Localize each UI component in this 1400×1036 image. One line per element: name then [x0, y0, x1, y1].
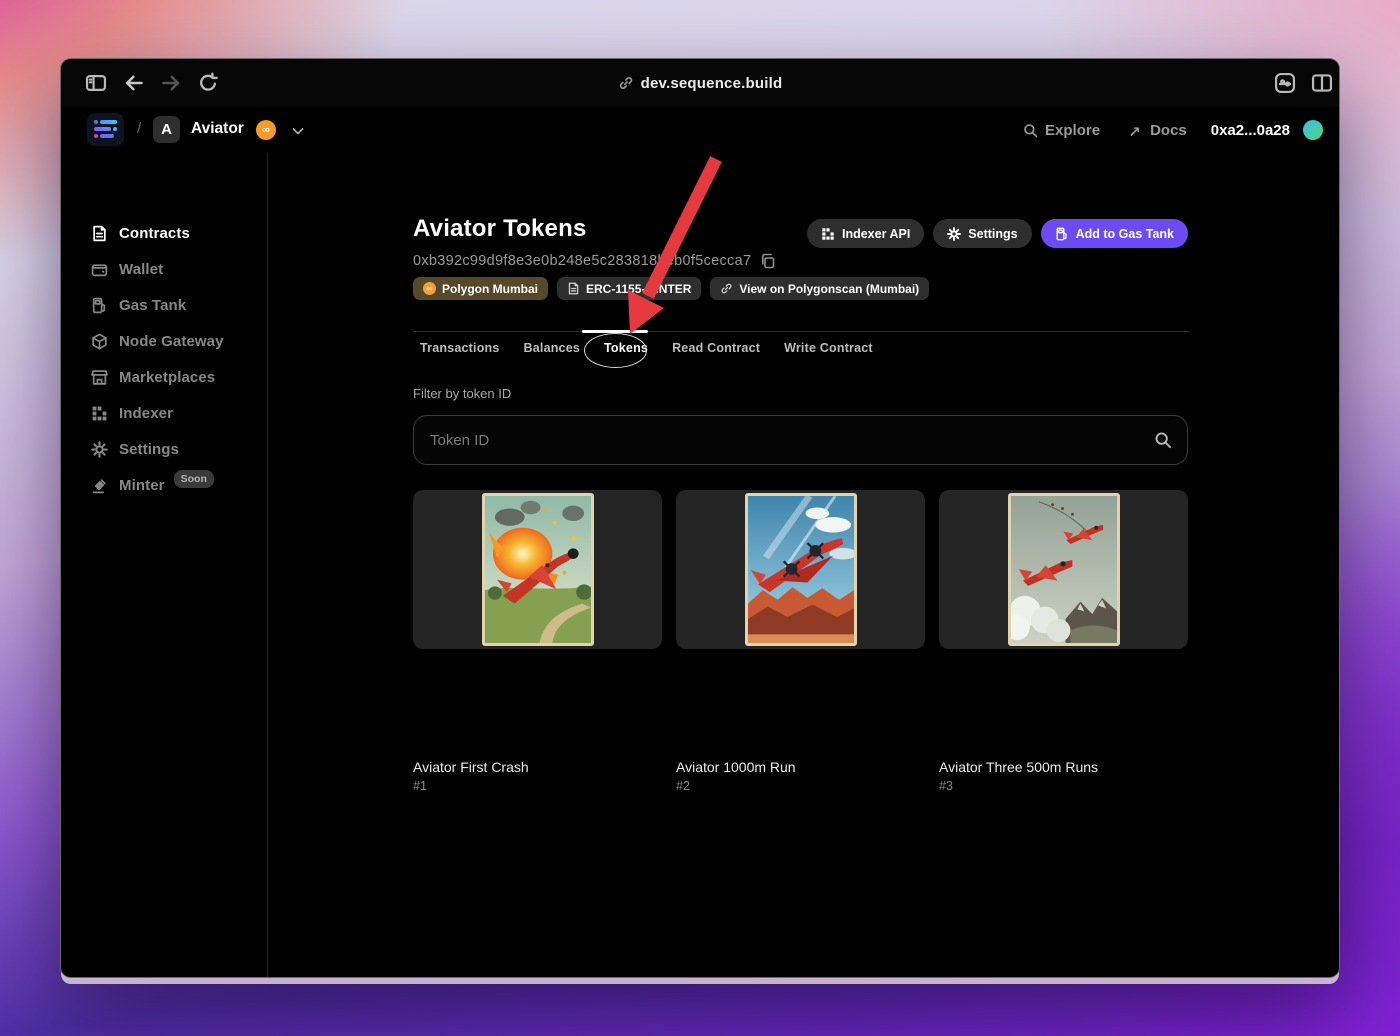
sidebar-item-gas-tank[interactable]: Gas Tank: [61, 287, 267, 323]
arrow-up-right-icon: ↗: [1128, 123, 1141, 141]
sidebar-item-indexer[interactable]: Indexer: [61, 395, 267, 431]
indexer-api-button[interactable]: Indexer API: [806, 219, 925, 248]
token-name: Aviator Three 500m Runs: [939, 759, 1099, 775]
contracts-icon: [91, 225, 108, 242]
search-icon: [1154, 431, 1172, 449]
token-meta-3: Aviator Three 500m Runs #3: [939, 759, 1098, 793]
sidebar-item-node-gateway[interactable]: Node Gateway: [61, 323, 267, 359]
project-avatar[interactable]: A: [153, 116, 180, 143]
sidebar-item-marketplaces[interactable]: Marketplaces: [61, 359, 267, 395]
token-meta-2: Aviator 1000m Run #2: [676, 759, 796, 793]
sidebar: Contracts Wallet Gas Tank Node Gateway M…: [61, 153, 268, 977]
tab-balances[interactable]: Balances: [524, 333, 581, 363]
app-body: Contracts Wallet Gas Tank Node Gateway M…: [61, 153, 1339, 977]
sidebar-item-wallet[interactable]: Wallet: [61, 251, 267, 287]
address-bar[interactable]: dev.sequence.build: [61, 59, 1339, 107]
header-actions: Indexer API Settings Add to Gas Tank: [806, 219, 1188, 248]
sidebar-item-minter[interactable]: Minter Soon: [61, 467, 267, 503]
tab-read-contract[interactable]: Read Contract: [672, 333, 760, 363]
link-icon: [720, 282, 733, 295]
token-id: #1: [413, 779, 427, 793]
browser-toolbar: dev.sequence.build: [61, 59, 1339, 107]
contract-type-badge: ERC-1155-MINTER: [557, 277, 702, 300]
sequence-logo[interactable]: [87, 113, 124, 146]
page-title: Aviator Tokens: [413, 215, 587, 242]
network-badge: ∞ Polygon Mumbai: [413, 277, 548, 300]
token-id: #2: [676, 779, 690, 793]
account-avatar[interactable]: [1303, 120, 1323, 140]
node-gateway-icon: [91, 333, 108, 350]
token-name: Aviator 1000m Run: [676, 759, 796, 775]
wallet-icon: [91, 261, 108, 278]
explorer-link-badge[interactable]: View on Polygonscan (Mumbai): [710, 277, 930, 300]
token-image-three-runs: [1007, 493, 1120, 646]
marketplaces-icon: [91, 369, 108, 386]
url-text: dev.sequence.build: [640, 74, 783, 92]
token-meta-1: Aviator First Crash #1: [413, 759, 529, 793]
docs-button[interactable]: ↗ Docs: [1128, 122, 1187, 141]
badge-row: ∞ Polygon Mumbai ERC-1155-MINTER View on…: [413, 277, 930, 300]
split-view-icon[interactable]: [1311, 72, 1333, 94]
token-card-1[interactable]: [413, 490, 662, 649]
gas-pump-icon: [1055, 227, 1069, 241]
token-name: Aviator First Crash: [413, 759, 529, 775]
token-grid: [413, 490, 1189, 649]
project-name[interactable]: Aviator: [191, 120, 244, 138]
browser-window: dev.sequence.build / A Aviator ∞ Explore…: [60, 58, 1340, 978]
filter-label: Filter by token ID: [413, 386, 512, 401]
network-icon[interactable]: ∞: [256, 120, 276, 140]
contract-address: 0xb392c99d9f8e3e0b248e5c283818beb0f5cecc…: [413, 253, 752, 269]
token-id-input[interactable]: [413, 415, 1188, 465]
document-icon: [567, 282, 580, 295]
forward-arrow-icon[interactable]: [160, 72, 182, 94]
explore-button[interactable]: Explore: [1023, 122, 1100, 139]
tab-write-contract[interactable]: Write Contract: [784, 333, 873, 363]
token-image-crash: [481, 493, 594, 646]
main-content: Aviator Tokens Indexer API Settings Add …: [413, 153, 1189, 977]
tab-bar: Transactions Balances Tokens Read Contra…: [420, 333, 873, 363]
token-card-2[interactable]: [676, 490, 925, 649]
back-arrow-icon[interactable]: [123, 72, 145, 94]
sidebar-item-settings[interactable]: Settings: [61, 431, 267, 467]
chevron-down-icon[interactable]: [290, 123, 306, 139]
settings-button[interactable]: Settings: [933, 219, 1032, 248]
gear-icon: [91, 440, 108, 458]
app-header: / A Aviator ∞ Explore ↗ Docs 0xa2...0a28: [61, 107, 1339, 153]
tab-tokens[interactable]: Tokens: [604, 333, 648, 363]
sidebar-toggle-icon[interactable]: [85, 72, 107, 94]
desktop-wallpaper: dev.sequence.build / A Aviator ∞ Explore…: [0, 0, 1400, 1036]
tab-transactions[interactable]: Transactions: [420, 333, 500, 363]
indexer-grid-icon: [821, 227, 835, 241]
soon-badge: Soon: [173, 470, 214, 488]
tab-divider: [413, 331, 1189, 332]
reload-icon[interactable]: [197, 72, 219, 94]
wallet-address[interactable]: 0xa2...0a28: [1211, 122, 1290, 139]
token-id: #3: [939, 779, 953, 793]
link-icon: [618, 75, 634, 91]
token-card-3[interactable]: [939, 490, 1188, 649]
gear-icon: [947, 226, 962, 241]
add-to-gas-tank-button[interactable]: Add to Gas Tank: [1040, 219, 1188, 248]
gas-tank-icon: [91, 297, 108, 314]
copy-icon[interactable]: [760, 253, 776, 269]
minter-icon: [91, 477, 108, 494]
page-settings-icon[interactable]: [1274, 72, 1296, 94]
token-image-1000m-run: [744, 493, 857, 646]
sidebar-item-contracts[interactable]: Contracts: [61, 215, 267, 251]
search-icon: [1023, 123, 1038, 138]
breadcrumb-separator: /: [137, 120, 142, 137]
indexer-icon: [91, 405, 108, 422]
polygon-icon: ∞: [423, 282, 436, 295]
